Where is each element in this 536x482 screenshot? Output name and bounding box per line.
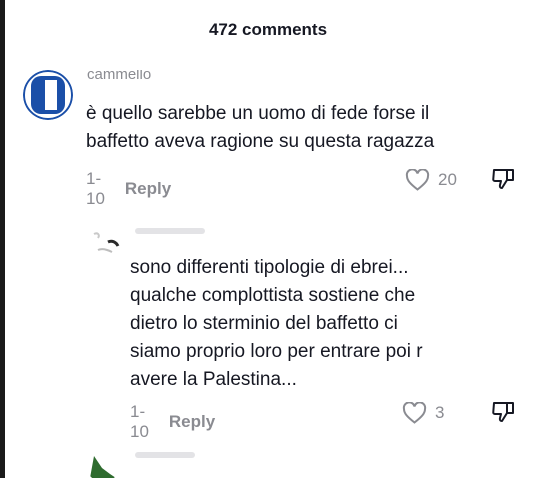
comment-text: sono differenti tipologie di ebrei... qu… [130,257,423,390]
reply-button[interactable]: Reply [125,179,171,199]
like-count: 20 [438,170,457,189]
thumbs-down-icon [492,402,514,422]
dislike-button[interactable] [491,167,517,196]
comment-username[interactable] [135,228,205,234]
comment-meta: 1-10 Reply [86,169,171,209]
like-count: 3 [435,403,445,422]
like-button[interactable]: 3 [402,402,444,424]
avatar[interactable] [86,222,122,258]
comment-timestamp: 1-10 [86,169,105,208]
reply-button[interactable]: Reply [169,412,215,432]
next-comment-avatar[interactable] [86,448,120,482]
heart-outline-icon [405,169,430,191]
comment-timestamp: 1-10 [130,402,149,441]
comments-count-title: 472 comments [208,20,328,39]
comment-text: è quello sarebbe un uomo di fede forse i… [86,103,435,152]
comment-username[interactable]: cammello [87,70,151,80]
thumbs-down-icon [492,169,514,189]
next-comment-username[interactable] [135,452,195,458]
avatar[interactable] [23,70,73,120]
window-edge [0,0,5,478]
like-button[interactable]: 20 [405,169,457,191]
heart-outline-icon [402,402,427,424]
dislike-button[interactable] [491,400,517,429]
comment-meta: 1-10 Reply [130,402,215,442]
